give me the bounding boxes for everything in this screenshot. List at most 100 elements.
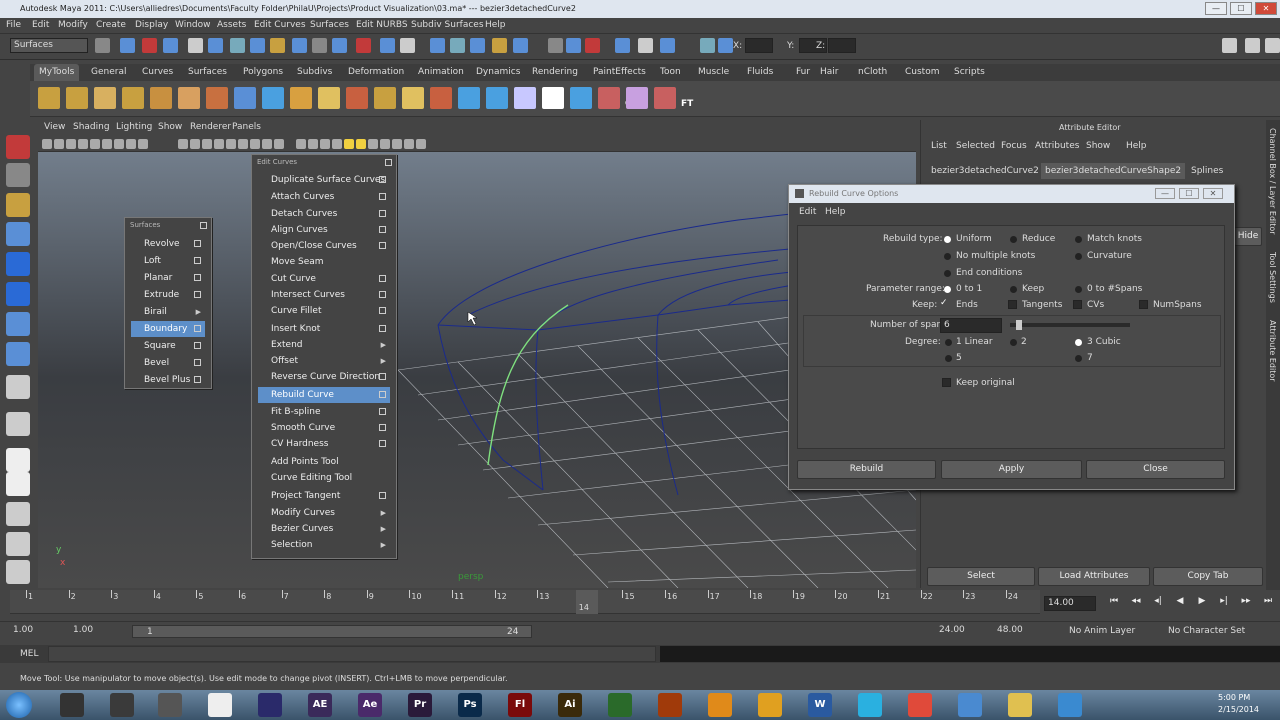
- toolbox-tool-icon[interactable]: [6, 312, 30, 336]
- toolbox-tool-icon[interactable]: [6, 472, 30, 496]
- taskbar-app-icon[interactable]: [1008, 693, 1032, 717]
- option-box-icon[interactable]: [379, 424, 386, 431]
- option-box-icon[interactable]: [194, 359, 201, 366]
- toolbox-tool-icon[interactable]: [6, 135, 30, 159]
- edit-curves-item-duplicate-surface-curves[interactable]: Duplicate Surface Curves: [258, 172, 390, 188]
- menu-display[interactable]: Display: [135, 20, 168, 30]
- edit-curves-item-extend[interactable]: Extend ▶: [258, 337, 390, 353]
- taskbar-app-icon[interactable]: [258, 693, 282, 717]
- menu-subdiv-surfaces[interactable]: Subdiv Surfaces: [411, 20, 484, 30]
- playback-control-icon[interactable]: ⏭: [1259, 596, 1277, 610]
- ae-menu-help[interactable]: Help: [1126, 141, 1147, 151]
- option-box-icon[interactable]: [194, 291, 201, 298]
- toolbox-tool-icon[interactable]: [6, 342, 30, 366]
- surfaces-item-extrude[interactable]: Extrude: [131, 287, 205, 303]
- menu-create[interactable]: Create: [96, 20, 126, 30]
- surfaces-item-revolve[interactable]: Revolve: [131, 236, 205, 252]
- status-tool-icon[interactable]: [270, 38, 285, 53]
- tab-dynamics[interactable]: Dynamics: [471, 64, 525, 81]
- menu-assets[interactable]: Assets: [217, 20, 246, 30]
- edit-curves-menu-close-icon[interactable]: [385, 159, 392, 166]
- shelf-tool-icon[interactable]: [402, 87, 424, 109]
- shelf-tool-icon[interactable]: [38, 87, 60, 109]
- maximize-button[interactable]: ☐: [1230, 2, 1252, 15]
- toolbox-tool-icon[interactable]: [6, 252, 30, 276]
- apply-button[interactable]: Apply: [941, 460, 1082, 479]
- viewport-tool-icon[interactable]: [90, 139, 100, 149]
- viewport-tool-icon[interactable]: [226, 139, 236, 149]
- option-box-icon[interactable]: [194, 342, 201, 349]
- status-tool-icon[interactable]: [718, 38, 733, 53]
- surfaces-item-bevel[interactable]: Bevel: [131, 355, 205, 371]
- tab-scripts[interactable]: Scripts: [949, 64, 990, 81]
- status-tool-icon[interactable]: [470, 38, 485, 53]
- range-spans-radio[interactable]: [1075, 286, 1082, 293]
- edit-curves-item-project-tangent[interactable]: Project Tangent: [258, 488, 390, 504]
- status-tool-icon[interactable]: [700, 38, 715, 53]
- edit-curves-item-modify-curves[interactable]: Modify Curves ▶: [258, 505, 390, 521]
- ae-menu-attributes[interactable]: Attributes: [1035, 141, 1079, 151]
- playback-control-icon[interactable]: ◀: [1171, 596, 1189, 610]
- status-tool-icon[interactable]: [638, 38, 653, 53]
- status-tool-icon[interactable]: [332, 38, 347, 53]
- tab-mytools[interactable]: MyTools: [34, 64, 80, 81]
- status-tool-icon[interactable]: [380, 38, 395, 53]
- edit-curves-item-fit-b-spline[interactable]: Fit B-spline: [258, 404, 390, 420]
- minimize-button[interactable]: —: [1205, 2, 1227, 15]
- status-tool-icon[interactable]: [450, 38, 465, 53]
- status-tool-icon[interactable]: [312, 38, 327, 53]
- edit-curves-item-curve-fillet[interactable]: Curve Fillet: [258, 303, 390, 319]
- spans-slider[interactable]: [1010, 320, 1130, 330]
- ae-menu-selected[interactable]: Selected: [956, 141, 995, 151]
- taskbar-app-icon[interactable]: Fl: [508, 693, 532, 717]
- toolbox-tool-icon[interactable]: [6, 532, 30, 556]
- option-box-icon[interactable]: [379, 307, 386, 314]
- option-box-icon[interactable]: [379, 325, 386, 332]
- tab-toon[interactable]: Toon: [655, 64, 686, 81]
- shelf-tool-icon[interactable]: [374, 87, 396, 109]
- range-0-1-radio[interactable]: [944, 286, 951, 293]
- tab-muscle[interactable]: Muscle: [693, 64, 734, 81]
- option-box-icon[interactable]: [379, 193, 386, 200]
- edit-curves-item-intersect-curves[interactable]: Intersect Curves: [258, 287, 390, 303]
- taskbar-app-icon[interactable]: [958, 693, 982, 717]
- option-box-icon[interactable]: [379, 210, 386, 217]
- status-tool-icon[interactable]: [513, 38, 528, 53]
- start-button-icon[interactable]: [6, 692, 32, 718]
- toolbox-tool-icon[interactable]: [6, 375, 30, 399]
- option-box-icon[interactable]: [379, 373, 386, 380]
- dialog-close-button[interactable]: ✕: [1203, 188, 1223, 199]
- tab-hair[interactable]: Hair: [815, 64, 843, 81]
- status-tool-icon[interactable]: [208, 38, 223, 53]
- surfaces-item-boundary[interactable]: Boundary: [131, 321, 205, 337]
- end-time-field[interactable]: 48.00: [994, 624, 1046, 639]
- tab-attribute-editor[interactable]: Attribute Editor: [1268, 320, 1277, 382]
- menu-file[interactable]: File: [6, 20, 21, 30]
- viewport-tool-icon[interactable]: [274, 139, 284, 149]
- playback-end-field[interactable]: 24.00: [936, 624, 988, 639]
- shelf-tool-icon[interactable]: [262, 87, 284, 109]
- toolbox-tool-icon[interactable]: [6, 448, 30, 472]
- character-set-dropdown[interactable]: No Character Set: [1168, 626, 1245, 636]
- current-frame-field[interactable]: 14.00: [1044, 596, 1096, 611]
- tab-animation[interactable]: Animation: [413, 64, 469, 81]
- z-field[interactable]: [828, 38, 856, 53]
- toolbox-tool-icon[interactable]: [6, 193, 30, 217]
- viewport-tool-icon[interactable]: [202, 139, 212, 149]
- dialog-menu-edit[interactable]: Edit: [799, 207, 816, 217]
- shelf-tool-icon[interactable]: [514, 87, 536, 109]
- layout-toggle-icon[interactable]: [1245, 38, 1260, 53]
- viewport-tool-icon[interactable]: [380, 139, 390, 149]
- dialog-maximize-button[interactable]: ☐: [1179, 188, 1199, 199]
- toolbox-tool-icon[interactable]: [6, 560, 30, 584]
- taskbar-app-icon[interactable]: Ps: [458, 693, 482, 717]
- shelf-tool-icon[interactable]: [346, 87, 368, 109]
- shelf-tool-icon[interactable]: [458, 87, 480, 109]
- status-tool-icon[interactable]: [120, 38, 135, 53]
- layout-toggle-icon[interactable]: [1265, 38, 1280, 53]
- dialog-menu-help[interactable]: Help: [825, 207, 846, 217]
- playback-control-icon[interactable]: ◂|: [1149, 596, 1167, 610]
- playback-control-icon[interactable]: ▶: [1193, 596, 1211, 610]
- taskbar-app-icon[interactable]: [858, 693, 882, 717]
- option-box-icon[interactable]: [379, 408, 386, 415]
